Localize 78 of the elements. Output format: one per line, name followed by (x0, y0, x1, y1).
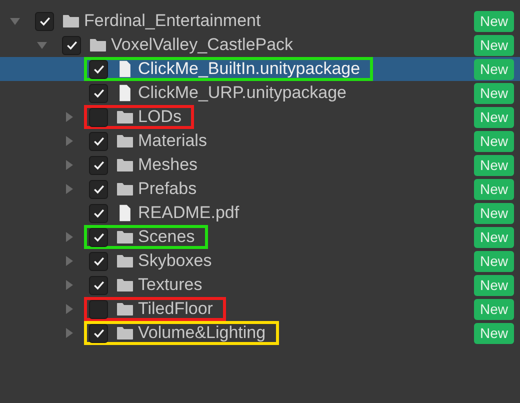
tree-row[interactable]: Materials New (0, 129, 520, 153)
new-badge: New (474, 10, 514, 32)
collapse-arrow-icon[interactable] (9, 15, 21, 27)
item-label: VoxelValley_CastlePack (111, 35, 294, 55)
new-badge: New (474, 82, 514, 104)
new-badge: New (474, 202, 514, 224)
tree-row[interactable]: Scenes New (0, 225, 520, 249)
new-badge: New (474, 250, 514, 272)
tree-row[interactable]: Skyboxes New (0, 249, 520, 273)
expand-arrow-icon[interactable] (63, 231, 75, 243)
checkbox[interactable] (89, 252, 108, 270)
item-label: Materials (138, 131, 207, 151)
item-label: Volume&Lighting (138, 323, 266, 343)
folder-icon (116, 156, 134, 174)
item-label: TiledFloor (138, 299, 213, 319)
checkbox[interactable] (89, 276, 108, 294)
expand-arrow-icon[interactable] (63, 255, 75, 267)
checkbox[interactable] (89, 60, 108, 78)
folder-icon (116, 108, 134, 126)
item-label: Ferdinal_Entertainment (84, 11, 261, 31)
new-badge: New (474, 322, 514, 344)
folder-icon (116, 132, 134, 150)
item-label: Prefabs (138, 179, 197, 199)
new-badge: New (474, 154, 514, 176)
collapse-arrow-icon[interactable] (36, 39, 48, 51)
new-badge: New (474, 106, 514, 128)
item-label: Textures (138, 275, 202, 295)
tree-row[interactable]: Ferdinal_Entertainment New (0, 9, 520, 33)
checkbox[interactable] (89, 204, 108, 222)
tree-row[interactable]: ClickMe_BuiltIn.unitypackage New (0, 57, 520, 81)
tree-row[interactable]: ClickMe_URP.unitypackage New (0, 81, 520, 105)
checkbox[interactable] (62, 36, 81, 54)
checkbox[interactable] (35, 12, 54, 30)
tree-row[interactable]: Volume&Lighting New (0, 321, 520, 345)
item-label: ClickMe_URP.unitypackage (138, 83, 347, 103)
checkbox[interactable] (89, 84, 108, 102)
expand-arrow-icon[interactable] (63, 183, 75, 195)
new-badge: New (474, 298, 514, 320)
tree-row[interactable]: Textures New (0, 273, 520, 297)
item-label: ClickMe_BuiltIn.unitypackage (138, 59, 360, 79)
expand-arrow-icon[interactable] (63, 111, 75, 123)
item-label: Scenes (138, 227, 195, 247)
item-label: Skyboxes (138, 251, 212, 271)
new-badge: New (474, 130, 514, 152)
new-badge: New (474, 58, 514, 80)
checkbox[interactable] (89, 300, 108, 318)
folder-icon (116, 276, 134, 294)
expand-arrow-icon[interactable] (63, 135, 75, 147)
new-badge: New (474, 274, 514, 296)
checkbox[interactable] (89, 156, 108, 174)
tree-row[interactable]: Prefabs New (0, 177, 520, 201)
folder-icon (116, 252, 134, 270)
checkbox[interactable] (89, 132, 108, 150)
item-label: LODs (138, 107, 182, 127)
tree-row[interactable]: TiledFloor New (0, 297, 520, 321)
new-badge: New (474, 34, 514, 56)
checkbox[interactable] (89, 228, 108, 246)
folder-icon (116, 324, 134, 342)
folder-icon (62, 12, 80, 30)
tree-row[interactable]: VoxelValley_CastlePack New (0, 33, 520, 57)
tree-row[interactable]: README.pdf New (0, 201, 520, 225)
item-label: README.pdf (138, 203, 240, 223)
tree-row[interactable]: Meshes New (0, 153, 520, 177)
expand-arrow-icon[interactable] (63, 327, 75, 339)
tree-row[interactable]: LODs New (0, 105, 520, 129)
folder-icon (116, 180, 134, 198)
new-badge: New (474, 226, 514, 248)
folder-icon (116, 228, 134, 246)
expand-arrow-icon[interactable] (63, 159, 75, 171)
expand-arrow-icon[interactable] (63, 303, 75, 315)
item-label: Meshes (138, 155, 198, 175)
checkbox[interactable] (89, 108, 108, 126)
folder-icon (116, 300, 134, 318)
expand-arrow-icon[interactable] (63, 279, 75, 291)
new-badge: New (474, 178, 514, 200)
checkbox[interactable] (89, 180, 108, 198)
folder-icon (89, 36, 107, 54)
checkbox[interactable] (89, 324, 108, 342)
